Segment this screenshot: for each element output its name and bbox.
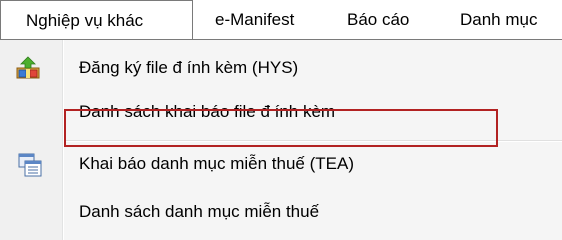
menu-item-dang-ky-file-dinh-kem[interactable]: Đăng ký file đ ính kèm (HYS) [0, 47, 562, 89]
dropdown-menu: Đăng ký file đ ính kèm (HYS) Danh sách k… [0, 39, 562, 240]
menu-bar: Nghiệp vụ khác e-Manifest Báo cáo Danh m… [0, 0, 562, 40]
menu-item-khai-bao-danh-muc-mien-thue[interactable]: Khai báo danh mục miễn thuế (TEA) [0, 143, 562, 185]
menu-item-label: Danh sách khai báo file đ ính kèm [79, 102, 336, 121]
menu-item-label: Khai báo danh mục miễn thuế (TEA) [79, 154, 354, 173]
menu-separator [66, 140, 562, 142]
menu-item-danh-sach-khai-bao-file[interactable]: Danh sách khai báo file đ ính kèm [0, 91, 562, 133]
list-window-icon [18, 153, 42, 177]
menu-tab-e-manifest[interactable]: e-Manifest [215, 0, 294, 40]
attach-file-icon [16, 56, 40, 79]
menu-tab-nghiep-vu-khac[interactable]: Nghiệp vụ khác [0, 0, 193, 40]
app-window: Nghiệp vụ khác e-Manifest Báo cáo Danh m… [0, 0, 562, 240]
menu-item-label: Danh sách danh mục miễn thuế [79, 202, 320, 221]
menu-tab-danh-muc[interactable]: Danh mục [460, 0, 537, 40]
menu-tab-bao-cao[interactable]: Báo cáo [347, 0, 409, 40]
menu-item-label: Đăng ký file đ ính kèm (HYS) [79, 58, 299, 77]
menu-item-danh-sach-danh-muc-mien-thue[interactable]: Danh sách danh mục miễn thuế [0, 191, 562, 233]
